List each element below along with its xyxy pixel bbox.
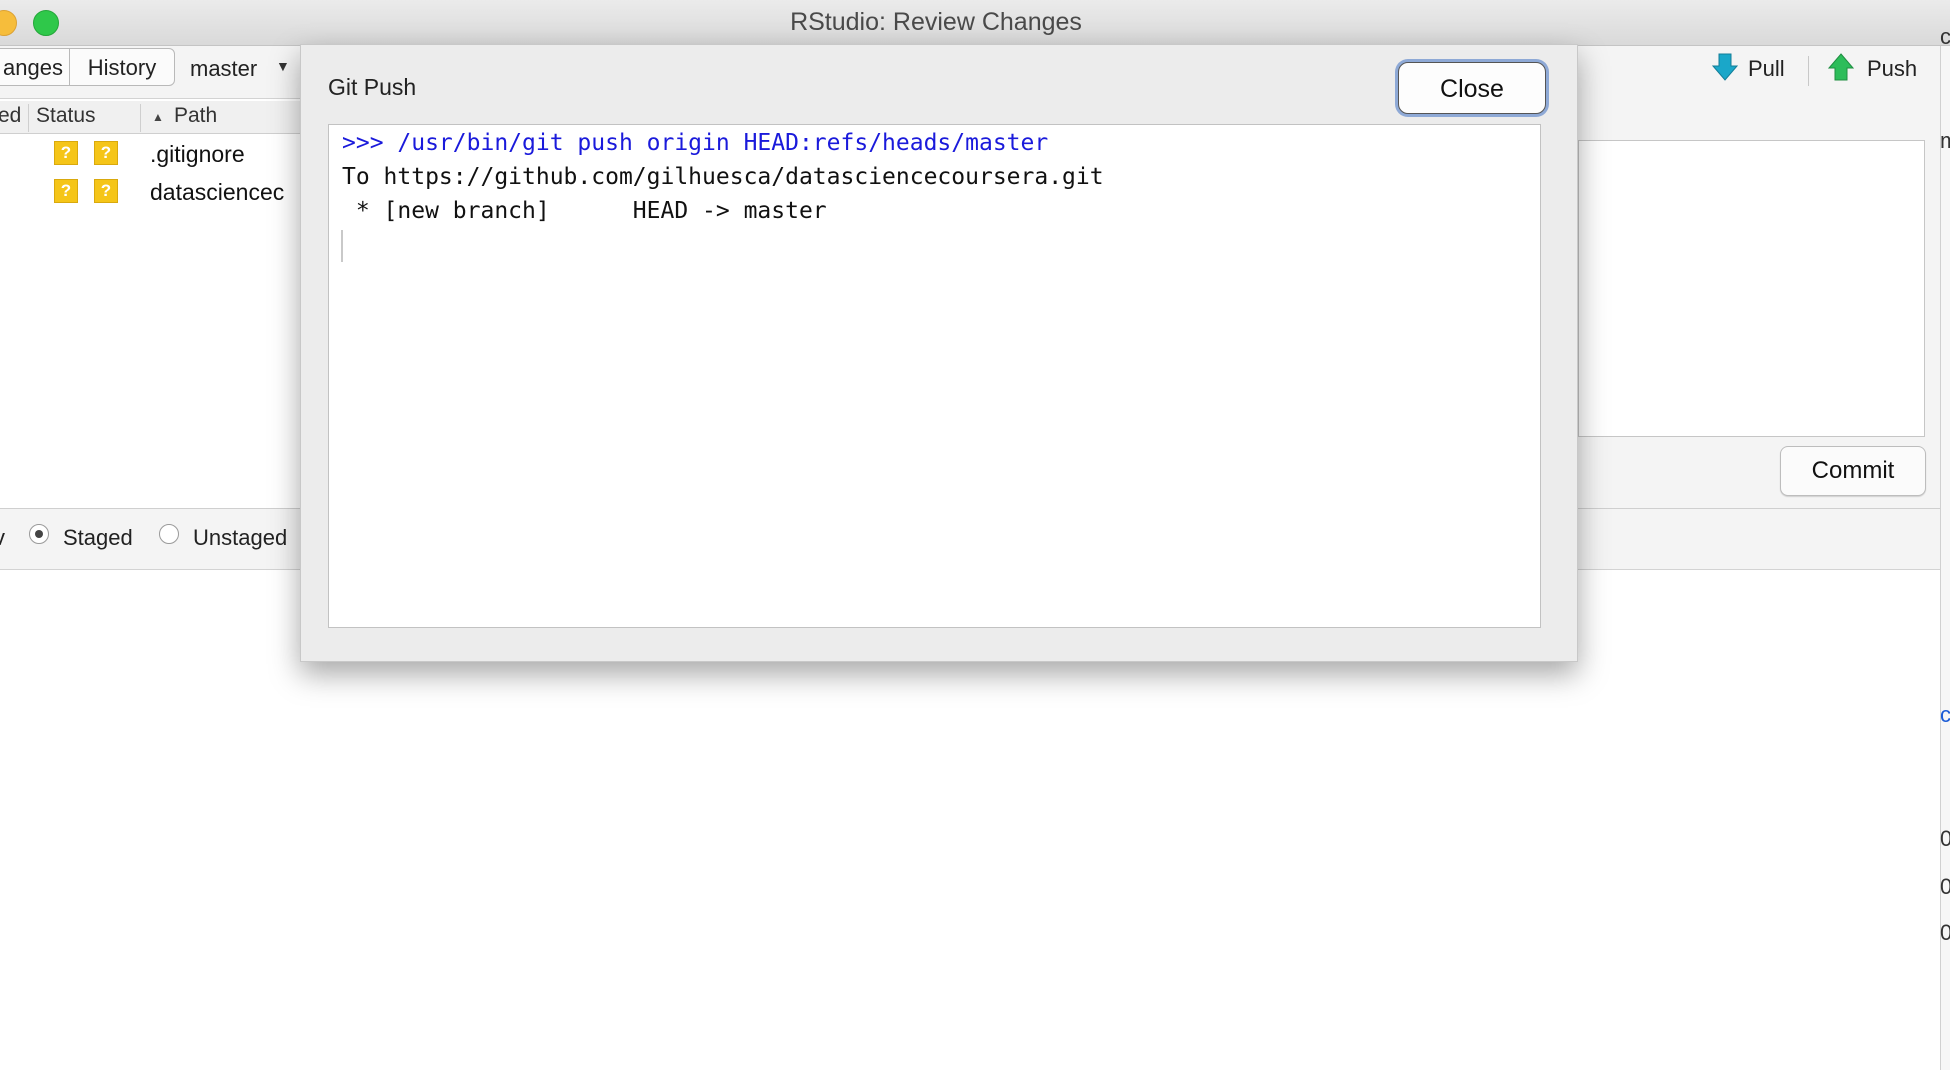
arrow-up-icon[interactable] bbox=[1827, 52, 1855, 87]
right-edge-panel bbox=[1940, 46, 1950, 1070]
tab-history[interactable]: History bbox=[69, 48, 175, 86]
push-button[interactable]: Push bbox=[1867, 56, 1917, 82]
toolbar-divider bbox=[1808, 56, 1809, 86]
status-badge: ? bbox=[54, 179, 78, 203]
text-cursor bbox=[341, 230, 343, 262]
column-header-staged[interactable]: ed bbox=[0, 104, 21, 128]
console-output-line: To https://github.com/gilhuesca/datascie… bbox=[342, 164, 1104, 190]
diff-view-label: v bbox=[0, 525, 5, 551]
unstaged-radio[interactable] bbox=[159, 524, 179, 544]
console-command-line: >>> /usr/bin/git push origin HEAD:refs/h… bbox=[342, 130, 1049, 156]
console-output-line: * [new branch] HEAD -> master bbox=[342, 198, 827, 224]
status-badge: ? bbox=[94, 179, 118, 203]
commit-button[interactable]: Commit bbox=[1780, 446, 1926, 496]
edge-text: 0 bbox=[1940, 874, 1950, 899]
staged-radio-label[interactable]: Staged bbox=[63, 525, 133, 551]
column-divider bbox=[28, 104, 29, 132]
window-title: RStudio: Review Changes bbox=[790, 8, 1082, 36]
edge-text: m bbox=[1940, 128, 1950, 153]
staged-radio[interactable] bbox=[29, 524, 49, 544]
radio-selected-dot bbox=[35, 530, 43, 538]
column-divider bbox=[140, 104, 141, 132]
tab-changes[interactable]: anges bbox=[0, 48, 70, 86]
close-button[interactable]: Close bbox=[1398, 62, 1546, 114]
file-path[interactable]: .gitignore bbox=[150, 141, 245, 168]
dialog-title: Git Push bbox=[328, 74, 417, 100]
status-badge: ? bbox=[94, 141, 118, 165]
edge-text: c bbox=[1940, 24, 1950, 49]
edge-link[interactable]: c bbox=[1940, 702, 1950, 728]
file-path[interactable]: datasciencec bbox=[150, 179, 284, 206]
chevron-down-icon[interactable]: ▼ bbox=[276, 58, 290, 74]
pull-button[interactable]: Pull bbox=[1748, 56, 1785, 82]
column-header-status[interactable]: Status bbox=[36, 104, 96, 128]
edge-text: 0 bbox=[1940, 920, 1950, 945]
unstaged-radio-label[interactable]: Unstaged bbox=[193, 525, 287, 551]
status-badge: ? bbox=[54, 141, 78, 165]
column-header-path[interactable]: Path bbox=[174, 104, 217, 128]
edge-text: 0 bbox=[1940, 826, 1950, 851]
commit-message-input[interactable] bbox=[1578, 140, 1925, 437]
sort-ascending-icon: ▲ bbox=[152, 110, 164, 124]
arrow-down-icon[interactable] bbox=[1711, 52, 1739, 87]
branch-selector[interactable]: master bbox=[190, 56, 257, 82]
